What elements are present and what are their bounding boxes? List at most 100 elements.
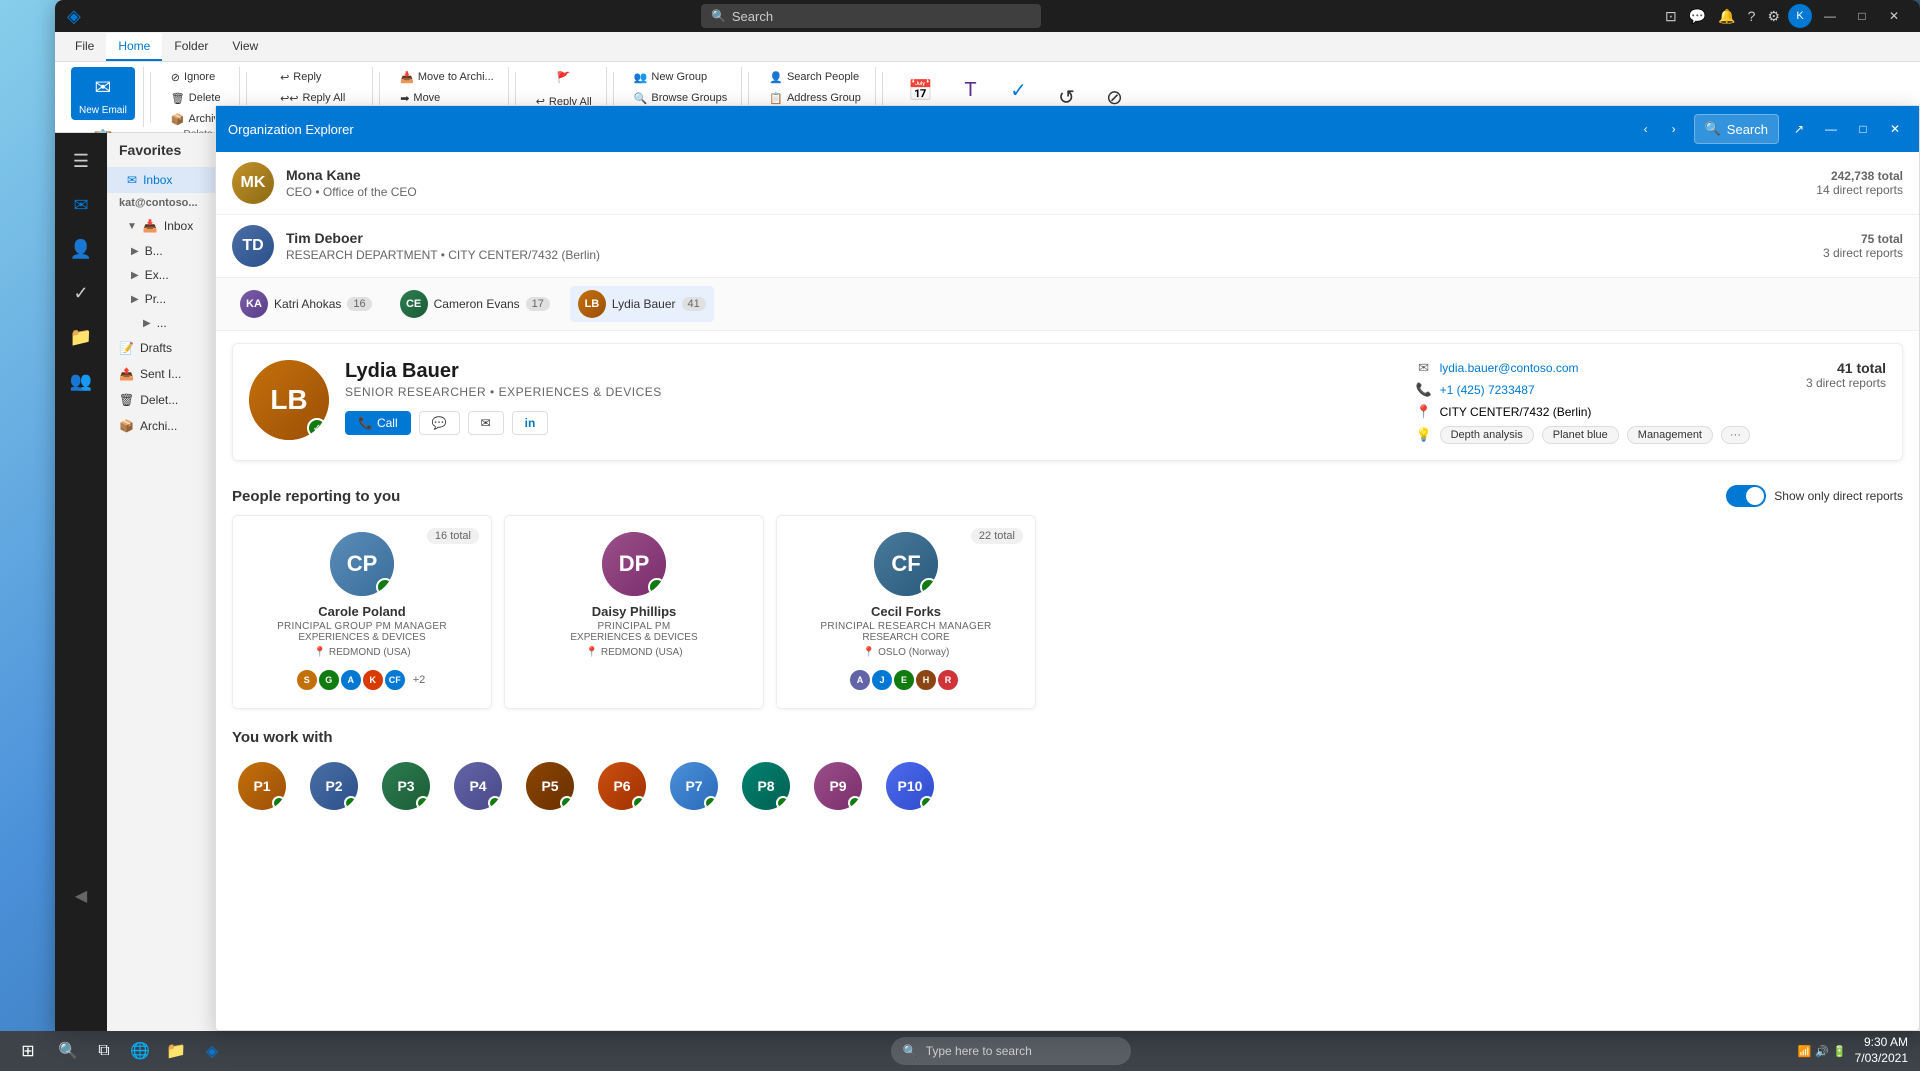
chat-icon[interactable]: 💬 [1685, 4, 1710, 29]
tag-planet-blue[interactable]: Planet blue [1542, 426, 1619, 444]
tag-depth-analysis[interactable]: Depth analysis [1440, 426, 1534, 444]
toggle-label: Show only direct reports [1774, 489, 1903, 503]
sidebar-nav-icon[interactable]: ☰ [61, 141, 101, 181]
flag-button[interactable]: 🚩 [551, 67, 577, 87]
contact-email: ✉ lydia.bauer@contoso.com [1416, 360, 1750, 376]
breadcrumb-count-katri: 16 [347, 297, 371, 311]
org-minimize-button[interactable]: — [1819, 133, 1843, 141]
report-avatar-cecil: CF [874, 532, 938, 596]
report-card-daisy[interactable]: DP Daisy Phillips PRINCIPAL PM EXPERIENC… [504, 515, 764, 709]
sidebar-files-icon[interactable]: 📁 [61, 317, 101, 357]
maximize-button[interactable]: □ [1848, 6, 1876, 26]
report-status-carole [376, 578, 394, 596]
new-email-button[interactable]: ✉ New Email [71, 67, 135, 120]
linkedin-button[interactable]: in [512, 411, 549, 435]
tab-file[interactable]: File [63, 33, 106, 61]
move-to-archive-button[interactable]: 📥 Move to Archi... [394, 67, 500, 87]
work-avatar-3: P3 [382, 762, 430, 810]
email-icon: ✉ [481, 416, 491, 430]
taskbar-edge2-icon[interactable]: ◈ [196, 1035, 228, 1067]
linkedin-icon: in [525, 416, 536, 430]
report-card-carole[interactable]: 16 total CP Carole Poland PRINCIPAL GROU… [307, 515, 492, 709]
work-person-9[interactable]: P9 [808, 762, 868, 810]
work-person-10[interactable]: P10 [880, 762, 940, 810]
direct-reports-toggle[interactable] [1726, 485, 1766, 507]
tab-folder[interactable]: Folder [162, 33, 220, 61]
feedback-icon[interactable]: ⊡ [1661, 4, 1681, 29]
reply-button[interactable]: ↩ Reply [274, 67, 351, 87]
org-next-button[interactable]: › [1662, 133, 1686, 141]
person-name-mona: Mona Kane [307, 167, 1816, 183]
wifi-icon[interactable]: 📶 [1798, 1045, 1812, 1058]
sidebar-groups-icon[interactable]: 👥 [61, 361, 101, 401]
todo-icon: ✓ [1003, 75, 1035, 107]
reporting-section-title: People reporting to you [307, 488, 400, 505]
sidebar-people-icon[interactable]: 👤 [61, 229, 101, 269]
new-group-button[interactable]: 👥 New Group [628, 67, 734, 87]
taskbar-search-box[interactable]: 🔍 Type here to search [891, 1037, 1131, 1065]
work-person-2[interactable]: P2 [307, 762, 364, 810]
drafts-icon: 📝 [119, 341, 134, 355]
org-header-controls: ‹ › 🔍 Search ↗ — □ ✕ [1634, 133, 1907, 144]
volume-icon[interactable]: 🔊 [1815, 1045, 1829, 1058]
minimize-button[interactable]: — [1816, 6, 1844, 26]
org-close-button[interactable]: ✕ [1883, 133, 1907, 141]
profile-role: SENIOR RESEARCHER • EXPERIENCES & DEVICE… [345, 385, 1400, 399]
clock[interactable]: 9:30 AM 7/03/2021 [1855, 1035, 1908, 1066]
work-person-6[interactable]: P6 [592, 762, 652, 810]
taskbar-task-view[interactable]: ⧉ [88, 1035, 120, 1067]
help-icon[interactable]: ? [1744, 4, 1760, 28]
reply-all-icon: ↩↩ [280, 92, 298, 105]
report-total-carole: 16 total [427, 528, 479, 544]
ignore-button[interactable]: ⊘ Ignore [165, 67, 231, 87]
tag-management[interactable]: Management [1627, 426, 1713, 444]
work-person-5[interactable]: P5 [520, 762, 580, 810]
title-bar-search[interactable]: 🔍 Search [701, 4, 1041, 28]
call-button[interactable]: 📞 Call [345, 411, 411, 435]
toggle-knob [1746, 487, 1764, 505]
org-search-input[interactable]: 🔍 Search [1694, 133, 1779, 144]
person-row-mona[interactable]: MK Mona Kane CEO • Office of the CEO 242… [307, 152, 1919, 215]
settings-icon[interactable]: ⚙ [1763, 4, 1784, 29]
start-button[interactable]: ⊞ [8, 1031, 48, 1071]
email-link[interactable]: lydia.bauer@contoso.com [1440, 361, 1579, 375]
person-row-tim[interactable]: TD Tim Deboer RESEARCH DEPARTMENT • CITY… [307, 215, 1919, 278]
tab-home[interactable]: Home [106, 33, 162, 61]
breadcrumb-katri[interactable]: KA Katri Ahokas 16 [307, 286, 380, 322]
org-prev-button[interactable]: ‹ [1634, 133, 1658, 141]
interests-icon: 💡 [1416, 427, 1432, 443]
org-external-link-button[interactable]: ↗ [1787, 133, 1811, 141]
work-avatar-9: P9 [814, 762, 862, 810]
work-person-3[interactable]: P3 [376, 762, 436, 810]
email-button[interactable]: ✉ [468, 411, 504, 435]
chat-button[interactable]: 💬 [419, 411, 460, 435]
profile-totals: 41 total 3 direct reports [1766, 360, 1886, 390]
tab-view[interactable]: View [220, 33, 270, 61]
taskbar-edge-icon[interactable]: 🌐 [124, 1035, 156, 1067]
breadcrumb-lydia[interactable]: LB Lydia Bauer 41 [570, 286, 714, 322]
report-card-cecil[interactable]: 22 total CF Cecil Forks PRINCIPAL RESEAR… [776, 515, 1036, 709]
work-with-section: You work with P1 P2 [307, 725, 1919, 834]
work-person-7[interactable]: P7 [664, 762, 724, 810]
person-title-tim: RESEARCH DEPARTMENT • CITY CENTER/7432 (… [307, 248, 1823, 262]
notification-icon[interactable]: 🔔 [1714, 4, 1739, 29]
breadcrumb-avatar-cameron: CE [400, 290, 428, 318]
work-with-avatars: P1 P2 [307, 754, 1903, 818]
taskbar-file-explorer[interactable]: 📁 [160, 1035, 192, 1067]
work-person-4[interactable]: P4 [448, 762, 508, 810]
deleted-icon: 🗑 [119, 393, 134, 407]
search-people-button[interactable]: 👤 Search People [763, 67, 867, 87]
sub-avatar-c4: H [914, 668, 938, 692]
sidebar-mail-icon[interactable]: ✉ [61, 185, 101, 225]
sidebar-todo-icon[interactable]: ✓ [61, 273, 101, 313]
breadcrumb-cameron[interactable]: CE Cameron Evans 17 [392, 286, 558, 322]
close-button[interactable]: ✕ [1880, 6, 1908, 26]
work-person-8[interactable]: P8 [736, 762, 796, 810]
taskbar-search-icon[interactable]: 🔍 [52, 1035, 84, 1067]
person-stats-mona: 242,738 total 14 direct reports [1816, 169, 1903, 197]
phone-link[interactable]: +1 (425) 7233487 [1440, 383, 1535, 397]
org-expand-button[interactable]: □ [1851, 133, 1875, 141]
inbox-icon: 📥 [143, 219, 158, 233]
user-avatar[interactable]: K [1788, 4, 1812, 28]
tag-more-button[interactable]: ··· [1721, 426, 1750, 444]
